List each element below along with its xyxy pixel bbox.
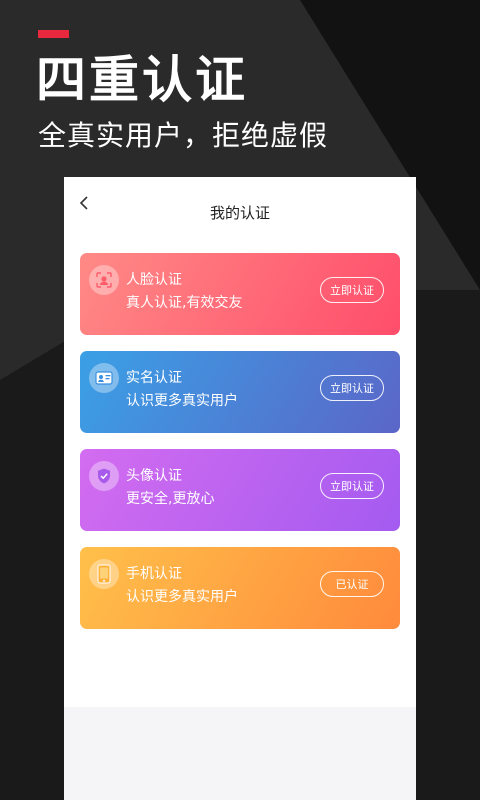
card-description: 认识更多真实用户 bbox=[126, 589, 238, 605]
verification-list: 人脸认证 真人认证,有效交友 立即认证 实名认证 认识更多真实用户 立即认证 头… bbox=[64, 231, 416, 707]
verify-now-button[interactable]: 立即认证 bbox=[320, 473, 384, 499]
phone-screen: 我的认证 人脸认证 真人认证,有效交友 立即认证 实名认证 认识更多真实用户 立… bbox=[64, 177, 416, 800]
verify-now-button[interactable]: 立即认证 bbox=[320, 375, 384, 401]
accent-bar bbox=[38, 30, 69, 38]
card-description: 认识更多真实用户 bbox=[126, 393, 238, 409]
card-description: 更安全,更放心 bbox=[126, 491, 215, 507]
verify-now-button[interactable]: 立即认证 bbox=[320, 277, 384, 303]
hero-subtitle: 全真实用户，拒绝虚假 bbox=[38, 119, 329, 152]
phone-verification-card: 手机认证 认识更多真实用户 已认证 bbox=[80, 547, 400, 629]
face-verification-card: 人脸认证 真人认证,有效交友 立即认证 bbox=[80, 253, 400, 335]
card-title: 人脸认证 bbox=[126, 272, 182, 288]
page-title: 我的认证 bbox=[64, 177, 416, 231]
card-title: 手机认证 bbox=[126, 566, 182, 582]
card-title: 实名认证 bbox=[126, 370, 182, 386]
card-description: 真人认证,有效交友 bbox=[126, 295, 243, 311]
realname-verification-card: 实名认证 认识更多真实用户 立即认证 bbox=[80, 351, 400, 433]
face-scan-icon bbox=[89, 265, 119, 295]
hero-title: 四重认证 bbox=[36, 51, 248, 109]
shield-check-icon bbox=[89, 461, 119, 491]
card-title: 头像认证 bbox=[126, 468, 182, 484]
navigation-bar: 我的认证 bbox=[64, 177, 416, 232]
id-card-icon bbox=[89, 363, 119, 393]
verified-button[interactable]: 已认证 bbox=[320, 571, 384, 597]
avatar-verification-card: 头像认证 更安全,更放心 立即认证 bbox=[80, 449, 400, 531]
phone-icon bbox=[89, 559, 119, 589]
